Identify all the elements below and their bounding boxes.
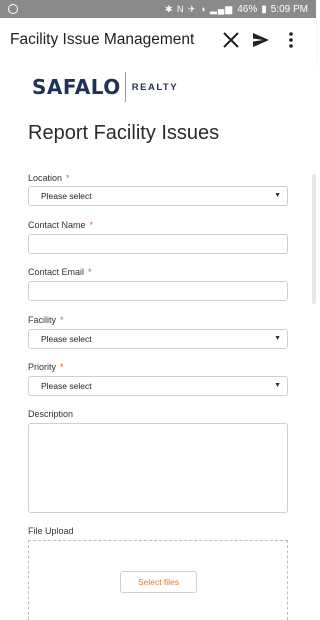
dropdown-arrow-icon: ▼: [274, 192, 281, 199]
location-label: Location *: [28, 173, 70, 183]
contact-email-label: Contact Email *: [28, 267, 92, 277]
logo-divider: [124, 72, 126, 102]
required-mark: *: [60, 315, 64, 325]
file-dropzone[interactable]: Select files: [28, 540, 288, 620]
facility-label-text: Facility: [28, 315, 57, 325]
contact-name-label-text: Contact Name: [28, 220, 86, 230]
contact-email-field[interactable]: [28, 281, 288, 301]
dropdown-arrow-icon: ▼: [274, 335, 281, 342]
required-mark: *: [60, 362, 64, 372]
close-icon: [223, 32, 239, 48]
required-mark: *: [89, 220, 94, 230]
priority-label-text: Priority: [28, 362, 57, 372]
contact-email-label-text: Contact Email: [28, 267, 85, 277]
description-label: Description: [28, 409, 74, 419]
clock: 5:09 PM: [270, 3, 308, 15]
form-page: SAFALO REALTY Report Facility Issues Loc…: [0, 62, 316, 620]
battery-icon: ▮: [261, 3, 267, 15]
send-button[interactable]: [246, 25, 276, 55]
logo-subtitle: REALTY: [131, 81, 179, 93]
priority-label: Priority *: [28, 362, 64, 372]
location-label-text: Location: [28, 173, 63, 183]
location-select-value: Please select: [41, 191, 92, 201]
priority-select-value: Please select: [41, 381, 92, 391]
app-title: Facility Issue Management: [10, 31, 195, 48]
status-right: ✱ N ✈ ◑ ▂▄▆ 46% ▮ 5:09 PM: [165, 4, 308, 15]
form-title: Report Facility Issues: [28, 122, 220, 144]
app-bar: Facility Issue Management: [0, 18, 316, 62]
location-select[interactable]: Please select ▼: [28, 186, 288, 206]
close-button[interactable]: [216, 25, 246, 55]
facility-select-value: Please select: [41, 334, 92, 344]
logo-brand: SAFALO: [32, 75, 121, 99]
description-textarea[interactable]: [28, 423, 288, 513]
dropdown-arrow-icon: ▼: [274, 382, 281, 389]
send-icon: [253, 33, 269, 47]
required-mark: *: [66, 173, 70, 183]
status-icons: ✱ N ✈ ◑ ▂▄▆: [164, 3, 234, 14]
required-mark: *: [88, 267, 92, 277]
select-files-button[interactable]: Select files: [120, 571, 197, 593]
app-notification-icon: [8, 4, 18, 14]
more-vert-icon: [289, 32, 293, 48]
status-bar: ✱ N ✈ ◑ ▂▄▆ 46% ▮ 5:09 PM: [0, 0, 316, 18]
scrollbar[interactable]: [312, 174, 316, 304]
facility-label: Facility *: [28, 315, 64, 325]
battery-level: 46%: [237, 3, 258, 15]
contact-name-field[interactable]: [28, 234, 288, 254]
contact-name-label: Contact Name *: [28, 220, 93, 230]
priority-select[interactable]: Please select ▼: [28, 376, 288, 396]
company-logo: SAFALO REALTY: [32, 72, 178, 102]
file-upload-label: File Upload: [28, 526, 74, 536]
facility-select[interactable]: Please select ▼: [28, 329, 288, 349]
more-options-button[interactable]: [276, 25, 306, 55]
